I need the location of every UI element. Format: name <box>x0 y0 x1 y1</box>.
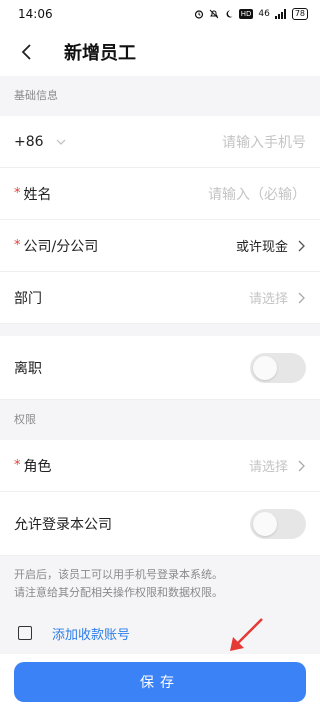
status-bar: 14:06 HD 46 78 <box>0 0 320 28</box>
department-row[interactable]: 部门 请选择 <box>0 272 320 324</box>
name-input[interactable]: 请输入（必输） <box>208 184 306 204</box>
add-account-row: 添加收款账号 <box>0 608 320 658</box>
company-label: 公司/分公司 <box>23 238 99 255</box>
footer: 保存 <box>0 654 320 711</box>
alarm-icon <box>194 10 203 19</box>
company-value: 或许现金 <box>235 240 288 255</box>
chevron-down-icon <box>56 139 65 145</box>
annotation-arrow-icon <box>230 618 263 651</box>
section-header-basic: 基础信息 <box>0 76 320 116</box>
name-row: * 姓名 请输入（必输） <box>0 168 320 220</box>
role-value: 请选择 <box>248 460 288 475</box>
add-account-checkbox[interactable] <box>18 626 32 640</box>
battery-icon: 78 <box>291 8 308 20</box>
required-mark: * <box>14 238 21 253</box>
country-code-selector[interactable]: +86 <box>14 134 66 150</box>
chevron-right-icon <box>298 460 305 471</box>
login-hint: 开启后，该员工可以用手机号登录本系统。 请注意给其分配相关操作权限和数据权限。 <box>0 556 320 608</box>
signal-icon <box>274 9 286 19</box>
do-not-disturb-icon <box>226 10 233 18</box>
name-label: 姓名 <box>23 186 52 203</box>
save-button[interactable]: 保存 <box>14 662 306 702</box>
resign-toggle[interactable] <box>250 352 306 383</box>
phone-input[interactable]: 请输入手机号 <box>222 132 306 152</box>
status-icons: HD 46 78 <box>194 8 308 20</box>
department-label: 部门 <box>14 290 42 307</box>
status-time: 14:06 <box>18 7 53 21</box>
chevron-right-icon <box>298 292 305 303</box>
resign-label: 离职 <box>14 360 42 377</box>
required-mark: * <box>14 186 21 201</box>
chevron-left-icon <box>21 44 31 60</box>
hd-badge: HD <box>238 9 254 19</box>
role-row[interactable]: * 角色 请选择 <box>0 440 320 492</box>
allow-login-label: 允许登录本公司 <box>14 516 112 533</box>
allow-login-toggle[interactable] <box>250 508 306 539</box>
allow-login-row: 允许登录本公司 <box>0 492 320 556</box>
add-account-link[interactable]: 添加收款账号 <box>52 624 130 643</box>
chevron-right-icon <box>298 240 305 251</box>
nav-bar: 新增员工 <box>0 28 320 76</box>
page-title: 新增员工 <box>64 43 136 64</box>
hint-line: 请注意给其分配相关操作权限和数据权限。 <box>14 586 223 599</box>
department-value: 请选择 <box>248 292 288 307</box>
back-button[interactable] <box>14 40 38 64</box>
section-gap <box>0 324 320 336</box>
country-code: +86 <box>14 133 44 150</box>
hint-line: 开启后，该员工可以用手机号登录本系统。 <box>14 568 223 581</box>
network-label: 46 <box>258 9 270 19</box>
mute-icon <box>209 9 219 19</box>
section-header-permission: 权限 <box>0 400 320 440</box>
phone-row: +86 请输入手机号 <box>0 116 320 168</box>
resign-row: 离职 <box>0 336 320 400</box>
company-row[interactable]: * 公司/分公司 或许现金 <box>0 220 320 272</box>
required-mark: * <box>14 458 21 473</box>
role-label: 角色 <box>23 458 52 475</box>
